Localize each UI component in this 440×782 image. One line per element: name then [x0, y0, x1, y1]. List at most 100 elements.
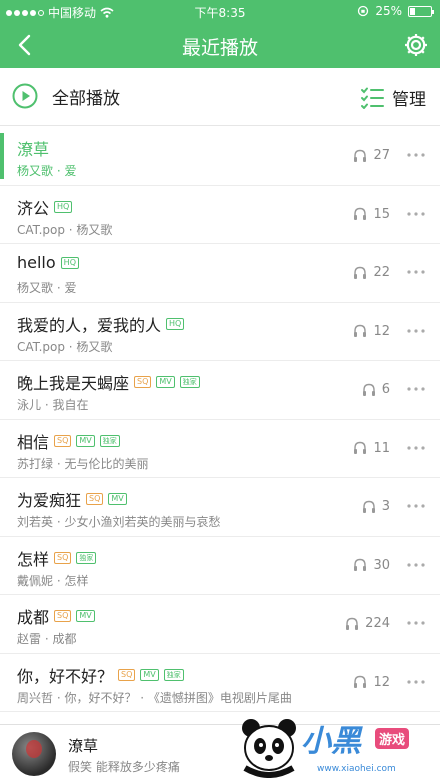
song-artist-album: 赵雷 · 成都 — [17, 632, 77, 646]
page-title: 最近播放 — [181, 37, 258, 59]
song-title-line: 济公 HQ — [17, 195, 73, 219]
mv-badge: MV — [76, 434, 95, 447]
play-count-value: 15 — [373, 206, 390, 222]
headphones-icon — [346, 617, 359, 630]
now-playing-lyric: 假笑 能释放多少疼痛 — [68, 760, 180, 774]
song-list: 潦草 杨又歌 · 爱 27 济公 HQ CAT.pop · 杨又歌 15 hello HQ 杨又歌… — [0, 127, 440, 712]
song-row[interactable]: 你，好不好？ SQ MV 独家 周兴哲 · 你，好不好？ · 《遗憾拼图》电视剧片尾曲 1… — [0, 654, 440, 712]
mv-badge: MV — [76, 610, 95, 622]
sq-badge: SQ — [54, 434, 72, 447]
checklist-icon — [361, 87, 384, 109]
sq-badge: SQ — [86, 493, 104, 505]
song-artist-album: 周兴哲 · 你，好不好？ · 《遗憾拼图》电视剧片尾曲 — [17, 690, 292, 705]
exclusive-badge: 独家 — [76, 551, 97, 564]
headphones-icon — [354, 266, 367, 279]
more-options-icon[interactable] — [406, 204, 426, 224]
play-count: 3 — [362, 499, 390, 514]
play-count: 224 — [345, 616, 390, 631]
more-options-icon[interactable] — [406, 321, 426, 341]
song-title: 我爱的人，爱我的人 — [17, 315, 162, 335]
song-row[interactable]: hello HQ 杨又歌 · 爱 22 — [0, 244, 440, 303]
more-options-icon[interactable] — [406, 145, 426, 165]
more-options-icon[interactable] — [406, 262, 426, 282]
song-title-line: 潦草 — [17, 136, 49, 160]
headphones-icon — [362, 500, 375, 513]
song-title: 成都 — [17, 608, 50, 627]
song-title-line: hello HQ — [17, 253, 79, 272]
song-row[interactable]: 怎样 SQ 独家 戴佩妮 · 怎样 30 — [0, 537, 440, 595]
song-row[interactable]: 潦草杨又歌 · 爱 27 — [0, 127, 440, 186]
song-title: 晚上我是天蝎座 — [17, 374, 130, 393]
status-bar: 中国移动 下午8:35 25% — [0, 0, 440, 22]
play-count: 27 — [353, 148, 390, 163]
watermark-url: www.xiaohei.com — [317, 764, 396, 774]
watermark: 小黑 游戏 www.xiaohei.com — [235, 712, 440, 782]
album-art[interactable] — [12, 732, 56, 776]
song-title: 济公 — [17, 198, 50, 218]
song-title-line: 怎样 SQ 独家 — [17, 546, 97, 570]
headphones-icon — [362, 383, 375, 396]
song-title-line: 我爱的人，爱我的人 HQ — [17, 312, 185, 336]
hq-badge: HQ — [60, 256, 79, 269]
sq-badge: SQ — [54, 610, 72, 622]
song-row[interactable]: 晚上我是天蝎座 SQ MV 独家 泳儿 · 我自在 6 — [0, 361, 440, 420]
mv-badge: MV — [108, 493, 127, 505]
sq-badge: SQ — [54, 551, 72, 564]
manage-label: 管理 — [392, 90, 426, 110]
song-title: 你，好不好？ — [17, 666, 114, 686]
headphones-icon — [354, 324, 367, 337]
more-options-icon[interactable] — [406, 613, 426, 633]
song-row[interactable]: 成都 SQ MV 赵雷 · 成都 224 — [0, 595, 440, 654]
play-count: 11 — [353, 441, 390, 456]
headphones-icon — [354, 675, 367, 688]
battery-percent: 25% — [375, 4, 402, 18]
song-artist-album: 刘若英 · 少女小渔刘若英的美丽与哀愁 — [17, 515, 221, 529]
hq-badge: HQ — [54, 200, 73, 213]
battery-icon — [408, 5, 434, 17]
play-count-value: 30 — [373, 557, 390, 573]
more-options-icon[interactable] — [406, 438, 426, 458]
headphones-icon — [354, 149, 367, 162]
song-row[interactable]: 济公 HQ CAT.pop · 杨又歌 15 — [0, 186, 440, 244]
song-artist-album: 戴佩妮 · 怎样 — [17, 573, 89, 588]
play-all-button[interactable]: 全部播放 — [12, 83, 120, 109]
play-count-value: 224 — [365, 616, 390, 631]
sq-badge: SQ — [134, 376, 152, 388]
manage-button[interactable]: 管理 — [360, 85, 426, 110]
play-count-value: 6 — [381, 382, 390, 397]
headphones-icon — [354, 207, 367, 220]
play-count: 22 — [353, 265, 390, 280]
play-count-value: 27 — [373, 148, 390, 163]
play-count: 15 — [353, 207, 390, 222]
more-options-icon[interactable] — [406, 555, 426, 575]
song-row[interactable]: 我爱的人，爱我的人 HQ CAT.pop · 杨又歌 12 — [0, 303, 440, 361]
song-title: 为爱痴狂 — [17, 491, 82, 510]
song-title: 相信 — [17, 432, 50, 452]
song-artist-album: CAT.pop · 杨又歌 — [17, 222, 113, 237]
song-title-line: 晚上我是天蝎座 SQ MV 独家 — [17, 370, 200, 394]
play-count: 6 — [362, 382, 390, 397]
more-options-icon[interactable] — [406, 496, 426, 516]
song-title-line: 成都 SQ MV — [17, 604, 95, 628]
song-title: 潦草 — [17, 140, 50, 159]
song-row[interactable]: 为爱痴狂 SQ MV 刘若英 · 少女小渔刘若英的美丽与哀愁 3 — [0, 478, 440, 537]
song-artist-album: 苏打绿 · 无与伦比的美丽 — [17, 456, 149, 471]
nav-bar: 最近播放 — [0, 22, 440, 68]
headphones-icon — [354, 441, 367, 454]
mv-badge: MV — [156, 376, 175, 388]
watermark-brand-tag: 游戏 — [375, 728, 410, 749]
play-circle-icon — [12, 83, 38, 109]
hq-badge: HQ — [166, 317, 185, 330]
orientation-lock-icon — [358, 5, 369, 17]
more-options-icon[interactable] — [406, 672, 426, 692]
song-title-line: 相信 SQ MV 独家 — [17, 429, 120, 453]
song-row[interactable]: 相信 SQ MV 独家 苏打绿 · 无与伦比的美丽 11 — [0, 420, 440, 478]
play-count-value: 12 — [373, 323, 390, 339]
now-playing-title: 潦草 — [68, 737, 99, 755]
mv-badge: MV — [140, 668, 159, 681]
song-title-line: 为爱痴狂 SQ MV — [17, 487, 127, 511]
sq-badge: SQ — [118, 668, 136, 681]
gear-icon[interactable] — [402, 31, 430, 59]
song-artist-album: 杨又歌 · 爱 — [17, 164, 77, 178]
more-options-icon[interactable] — [406, 379, 426, 399]
